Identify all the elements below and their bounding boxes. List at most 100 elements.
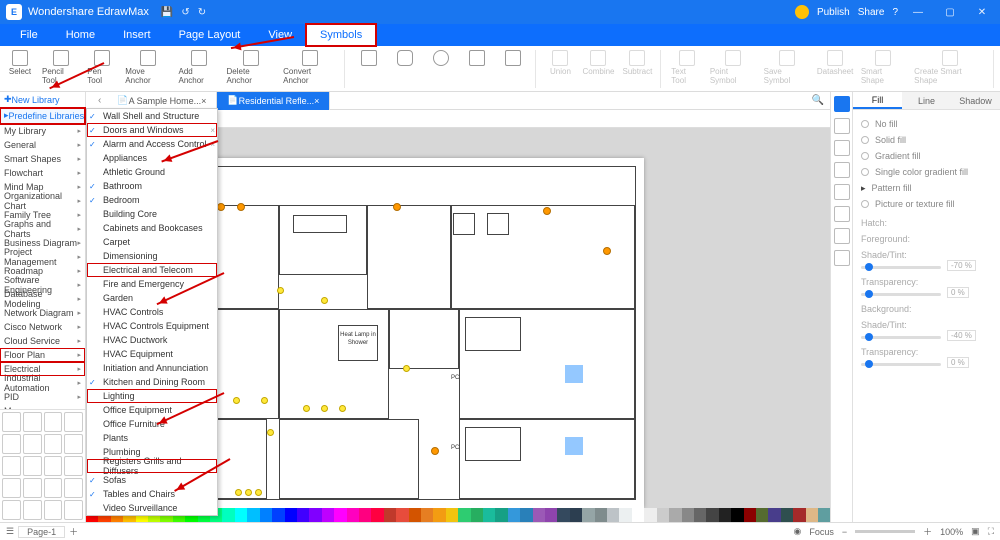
submenu-item[interactable]: HVAC Controls xyxy=(87,305,217,319)
palette-shape[interactable] xyxy=(44,434,63,454)
palette-shape[interactable] xyxy=(44,478,63,498)
palette-shape[interactable] xyxy=(44,456,63,476)
undo-icon[interactable]: ↺ xyxy=(181,7,189,18)
category-item[interactable]: Cisco Network▸ xyxy=(0,320,85,334)
style-tool-icon[interactable] xyxy=(834,118,850,134)
palette-shape[interactable] xyxy=(2,434,21,454)
zoom-out-icon[interactable]: − xyxy=(842,527,847,537)
submenu-item[interactable]: HVAC Controls Equipment xyxy=(87,319,217,333)
submenu-item[interactable]: Registers Grills and Diffusers xyxy=(87,459,217,473)
user-avatar-icon[interactable] xyxy=(795,5,809,19)
add-page-button[interactable]: ＋ xyxy=(69,525,78,538)
color-swatch[interactable] xyxy=(272,508,284,522)
palette-shape[interactable] xyxy=(2,478,21,498)
submenu-item[interactable]: ✓Doors and Windows× xyxy=(87,123,217,137)
palette-shape[interactable] xyxy=(64,412,83,432)
zoom-in-icon[interactable]: ＋ xyxy=(923,525,932,538)
radio-icon[interactable] xyxy=(861,152,869,160)
color-swatch[interactable] xyxy=(235,508,247,522)
slider-shade2[interactable] xyxy=(861,336,941,339)
help-icon[interactable]: ? xyxy=(892,7,898,18)
submenu-item[interactable]: Building Core xyxy=(87,207,217,221)
color-swatch[interactable] xyxy=(433,508,445,522)
slider-transp2[interactable] xyxy=(861,363,941,366)
shape-tool-icon[interactable] xyxy=(834,184,850,200)
tab-line[interactable]: Line xyxy=(902,92,951,109)
submenu-item[interactable]: Cabinets and Bookcases xyxy=(87,221,217,235)
shape-rect-icon[interactable] xyxy=(355,50,383,66)
category-item[interactable]: Project Management▸ xyxy=(0,250,85,264)
category-item[interactable]: Network Diagram▸ xyxy=(0,306,85,320)
shape-more-icon[interactable] xyxy=(499,50,527,66)
palette-shape[interactable] xyxy=(2,412,21,432)
color-swatch[interactable] xyxy=(781,508,793,522)
color-swatch[interactable] xyxy=(297,508,309,522)
color-swatch[interactable] xyxy=(731,508,743,522)
submenu-item[interactable]: Appliances xyxy=(87,151,217,165)
color-swatch[interactable] xyxy=(322,508,334,522)
radio-icon[interactable] xyxy=(861,120,869,128)
color-swatch[interactable] xyxy=(285,508,297,522)
rbtn-convert-anchor[interactable]: Convert Anchor xyxy=(283,50,336,85)
submenu-item[interactable]: Dimensioning xyxy=(87,249,217,263)
menu-home[interactable]: Home xyxy=(52,24,109,46)
category-item[interactable]: Floor Plan▸ xyxy=(0,348,85,362)
color-swatch[interactable] xyxy=(657,508,669,522)
search-icon[interactable]: 🔍 xyxy=(806,95,830,106)
color-swatch[interactable] xyxy=(347,508,359,522)
color-swatch[interactable] xyxy=(545,508,557,522)
category-item[interactable]: My Library▸ xyxy=(0,124,85,138)
submenu-item[interactable]: ✓Tables and Chairs xyxy=(87,487,217,501)
maximize-icon[interactable]: ▢ xyxy=(938,7,962,18)
color-swatch[interactable] xyxy=(632,508,644,522)
predefined-libraries-button[interactable]: ▸ Predefine Libraries xyxy=(0,108,85,124)
submenu-item[interactable]: HVAC Equipment xyxy=(87,347,217,361)
shape-oval-icon[interactable] xyxy=(427,50,455,66)
radio-icon[interactable] xyxy=(861,168,869,176)
color-swatch[interactable] xyxy=(619,508,631,522)
color-swatch[interactable] xyxy=(222,508,234,522)
slider-shade[interactable] xyxy=(861,266,941,269)
rbtn-select[interactable]: Select xyxy=(6,50,34,76)
palette-shape[interactable] xyxy=(2,500,21,520)
color-swatch[interactable] xyxy=(682,508,694,522)
submenu-item[interactable]: Initiation and Annunciation xyxy=(87,361,217,375)
color-swatch[interactable] xyxy=(371,508,383,522)
share-button[interactable]: Share xyxy=(858,7,885,18)
color-swatch[interactable] xyxy=(247,508,259,522)
tab-shadow[interactable]: Shadow xyxy=(951,92,1000,109)
shape-roundrect-icon[interactable] xyxy=(391,50,419,66)
submenu-item[interactable]: ✓Bathroom xyxy=(87,179,217,193)
color-swatch[interactable] xyxy=(508,508,520,522)
color-swatch[interactable] xyxy=(309,508,321,522)
color-swatch[interactable] xyxy=(793,508,805,522)
submenu-item[interactable]: ✓Kitchen and Dining Room xyxy=(87,375,217,389)
color-swatch[interactable] xyxy=(744,508,756,522)
palette-shape[interactable] xyxy=(23,434,42,454)
submenu-item[interactable]: Plants xyxy=(87,431,217,445)
page-tool-icon[interactable] xyxy=(834,140,850,156)
category-item[interactable]: Database Modeling▸ xyxy=(0,292,85,306)
palette-shape[interactable] xyxy=(23,412,42,432)
color-swatch[interactable] xyxy=(669,508,681,522)
palette-shape[interactable] xyxy=(64,456,83,476)
pages-icon[interactable]: ☰ xyxy=(6,526,14,537)
color-swatch[interactable] xyxy=(595,508,607,522)
redo-icon[interactable]: ↻ xyxy=(198,7,206,18)
fill-tool-icon[interactable] xyxy=(834,96,850,112)
submenu-item[interactable]: Electrical and Telecom xyxy=(87,263,217,277)
category-item[interactable]: Flowchart▸ xyxy=(0,166,85,180)
tab-fill[interactable]: Fill xyxy=(853,92,902,109)
layer-tool-icon[interactable] xyxy=(834,162,850,178)
category-item[interactable]: Organizational Chart▸ xyxy=(0,194,85,208)
color-swatch[interactable] xyxy=(334,508,346,522)
palette-shape[interactable] xyxy=(23,478,42,498)
submenu-item[interactable]: ✓Bedroom xyxy=(87,193,217,207)
menu-page-layout[interactable]: Page Layout xyxy=(165,24,255,46)
category-item[interactable]: Cloud Service▸ xyxy=(0,334,85,348)
minimize-icon[interactable]: — xyxy=(906,7,930,18)
zoom-slider[interactable] xyxy=(855,530,915,533)
palette-shape[interactable] xyxy=(23,456,42,476)
rbtn-move-anchor[interactable]: Move Anchor xyxy=(125,50,170,85)
color-swatch[interactable] xyxy=(471,508,483,522)
